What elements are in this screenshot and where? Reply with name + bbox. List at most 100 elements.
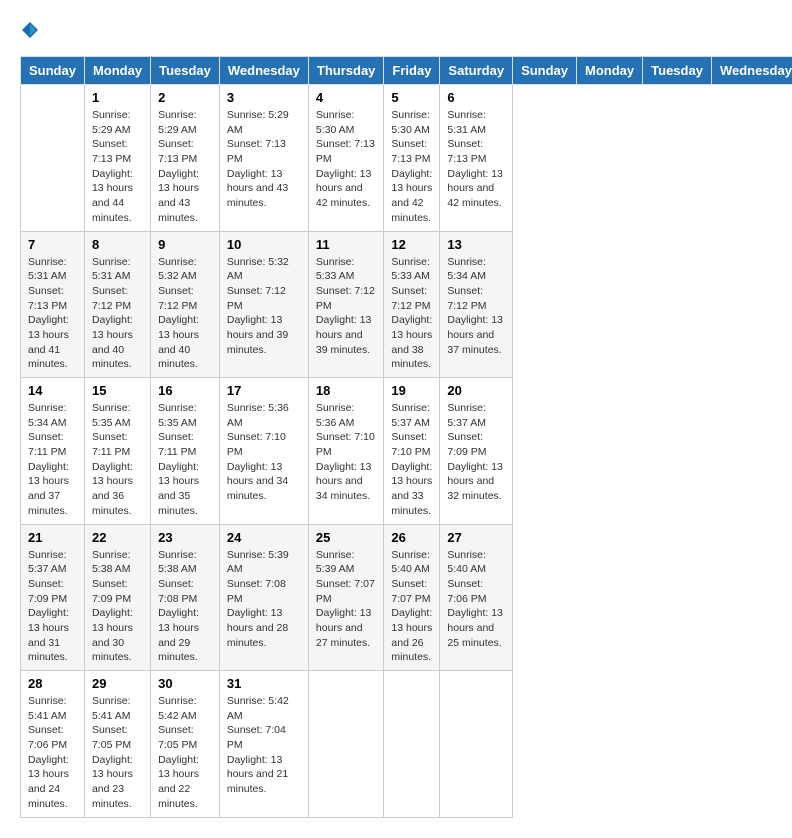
calendar-cell: 30 Sunrise: 5:42 AMSunset: 7:05 PMDayligh… xyxy=(151,671,220,818)
day-number: 19 xyxy=(391,383,432,398)
day-info: Sunrise: 5:32 AMSunset: 7:12 PMDaylight:… xyxy=(158,255,212,373)
day-number: 6 xyxy=(447,90,505,105)
day-info: Sunrise: 5:30 AMSunset: 7:13 PMDaylight:… xyxy=(391,108,432,226)
day-info: Sunrise: 5:41 AMSunset: 7:06 PMDaylight:… xyxy=(28,694,77,812)
header-thursday: Thursday xyxy=(308,57,384,85)
calendar-cell: 8 Sunrise: 5:31 AMSunset: 7:12 PMDaylight… xyxy=(84,231,150,378)
logo-icon xyxy=(20,20,40,40)
page-header xyxy=(20,20,772,40)
header-monday: Monday xyxy=(84,57,150,85)
calendar-cell xyxy=(440,671,513,818)
calendar-cell: 16 Sunrise: 5:35 AMSunset: 7:11 PMDayligh… xyxy=(151,378,220,525)
day-number: 24 xyxy=(227,530,301,545)
calendar-table: SundayMondayTuesdayWednesdayThursdayFrid… xyxy=(20,56,792,818)
calendar-header-row: SundayMondayTuesdayWednesdayThursdayFrid… xyxy=(21,57,792,85)
day-number: 11 xyxy=(316,237,377,252)
day-info: Sunrise: 5:35 AMSunset: 7:11 PMDaylight:… xyxy=(158,401,212,519)
day-info: Sunrise: 5:31 AMSunset: 7:13 PMDaylight:… xyxy=(447,108,505,211)
day-number: 1 xyxy=(92,90,143,105)
calendar-cell: 19 Sunrise: 5:37 AMSunset: 7:10 PMDayligh… xyxy=(384,378,440,525)
day-info: Sunrise: 5:38 AMSunset: 7:08 PMDaylight:… xyxy=(158,548,212,666)
day-info: Sunrise: 5:39 AMSunset: 7:07 PMDaylight:… xyxy=(316,548,377,651)
day-info: Sunrise: 5:29 AMSunset: 7:13 PMDaylight:… xyxy=(158,108,212,226)
day-info: Sunrise: 5:37 AMSunset: 7:09 PMDaylight:… xyxy=(447,401,505,504)
calendar-cell xyxy=(384,671,440,818)
day-number: 16 xyxy=(158,383,212,398)
day-number: 21 xyxy=(28,530,77,545)
calendar-cell: 9Sunrise: 5:32 AMSunset: 7:12 PMDaylight… xyxy=(151,231,220,378)
calendar-cell: 4 Sunrise: 5:30 AMSunset: 7:13 PMDaylight… xyxy=(308,85,384,232)
calendar-cell: 5 Sunrise: 5:30 AMSunset: 7:13 PMDaylight… xyxy=(384,85,440,232)
calendar-cell xyxy=(21,85,85,232)
day-number: 28 xyxy=(28,676,77,691)
header-saturday: Saturday xyxy=(440,57,513,85)
calendar-cell: 24 Sunrise: 5:39 AMSunset: 7:08 PMDayligh… xyxy=(219,524,308,671)
day-info: Sunrise: 5:34 AMSunset: 7:12 PMDaylight:… xyxy=(447,255,505,358)
calendar-cell: 6 Sunrise: 5:31 AMSunset: 7:13 PMDaylight… xyxy=(440,85,513,232)
calendar-week-2: 7Sunrise: 5:31 AMSunset: 7:13 PMDaylight… xyxy=(21,231,792,378)
header-friday: Friday xyxy=(384,57,440,85)
day-number: 2 xyxy=(158,90,212,105)
day-info: Sunrise: 5:37 AMSunset: 7:09 PMDaylight:… xyxy=(28,548,77,666)
calendar-cell: 25 Sunrise: 5:39 AMSunset: 7:07 PMDayligh… xyxy=(308,524,384,671)
calendar-cell: 17 Sunrise: 5:36 AMSunset: 7:10 PMDayligh… xyxy=(219,378,308,525)
calendar-cell: 7Sunrise: 5:31 AMSunset: 7:13 PMDaylight… xyxy=(21,231,85,378)
day-number: 14 xyxy=(28,383,77,398)
day-info: Sunrise: 5:41 AMSunset: 7:05 PMDaylight:… xyxy=(92,694,143,812)
day-number: 23 xyxy=(158,530,212,545)
day-number: 29 xyxy=(92,676,143,691)
calendar-cell: 21 Sunrise: 5:37 AMSunset: 7:09 PMDayligh… xyxy=(21,524,85,671)
logo xyxy=(20,20,44,40)
day-info: Sunrise: 5:33 AMSunset: 7:12 PMDaylight:… xyxy=(391,255,432,373)
calendar-cell: 15Sunrise: 5:35 AMSunset: 7:11 PMDayligh… xyxy=(84,378,150,525)
day-info: Sunrise: 5:38 AMSunset: 7:09 PMDaylight:… xyxy=(92,548,143,666)
day-info: Sunrise: 5:42 AMSunset: 7:05 PMDaylight:… xyxy=(158,694,212,812)
day-info: Sunrise: 5:31 AMSunset: 7:12 PMDaylight:… xyxy=(92,255,143,373)
day-info: Sunrise: 5:34 AMSunset: 7:11 PMDaylight:… xyxy=(28,401,77,519)
calendar-cell: 22Sunrise: 5:38 AMSunset: 7:09 PMDayligh… xyxy=(84,524,150,671)
day-number: 18 xyxy=(316,383,377,398)
day-number: 26 xyxy=(391,530,432,545)
day-number: 8 xyxy=(92,237,143,252)
day-number: 15 xyxy=(92,383,143,398)
day-info: Sunrise: 5:40 AMSunset: 7:06 PMDaylight:… xyxy=(447,548,505,651)
calendar-cell: 10Sunrise: 5:32 AMSunset: 7:12 PMDayligh… xyxy=(219,231,308,378)
calendar-cell: 13 Sunrise: 5:34 AMSunset: 7:12 PMDayligh… xyxy=(440,231,513,378)
header-wednesday: Wednesday xyxy=(219,57,308,85)
day-number: 25 xyxy=(316,530,377,545)
day-info: Sunrise: 5:36 AMSunset: 7:10 PMDaylight:… xyxy=(316,401,377,504)
calendar-cell: 12 Sunrise: 5:33 AMSunset: 7:12 PMDayligh… xyxy=(384,231,440,378)
day-info: Sunrise: 5:37 AMSunset: 7:10 PMDaylight:… xyxy=(391,401,432,519)
header-tuesday: Tuesday xyxy=(643,57,712,85)
calendar-cell: 23 Sunrise: 5:38 AMSunset: 7:08 PMDayligh… xyxy=(151,524,220,671)
day-info: Sunrise: 5:36 AMSunset: 7:10 PMDaylight:… xyxy=(227,401,301,504)
calendar-week-4: 21 Sunrise: 5:37 AMSunset: 7:09 PMDayligh… xyxy=(21,524,792,671)
day-number: 13 xyxy=(447,237,505,252)
day-number: 4 xyxy=(316,90,377,105)
day-number: 3 xyxy=(227,90,301,105)
calendar-cell: 29 Sunrise: 5:41 AMSunset: 7:05 PMDayligh… xyxy=(84,671,150,818)
calendar-cell: 20Sunrise: 5:37 AMSunset: 7:09 PMDayligh… xyxy=(440,378,513,525)
day-number: 10 xyxy=(227,237,301,252)
day-number: 31 xyxy=(227,676,301,691)
calendar-cell: 18 Sunrise: 5:36 AMSunset: 7:10 PMDayligh… xyxy=(308,378,384,525)
calendar-cell: 1Sunrise: 5:29 AMSunset: 7:13 PMDaylight… xyxy=(84,85,150,232)
day-info: Sunrise: 5:39 AMSunset: 7:08 PMDaylight:… xyxy=(227,548,301,651)
day-number: 12 xyxy=(391,237,432,252)
day-info: Sunrise: 5:30 AMSunset: 7:13 PMDaylight:… xyxy=(316,108,377,211)
calendar-cell: 31 Sunrise: 5:42 AMSunset: 7:04 PMDayligh… xyxy=(219,671,308,818)
calendar-week-5: 28 Sunrise: 5:41 AMSunset: 7:06 PMDayligh… xyxy=(21,671,792,818)
day-number: 30 xyxy=(158,676,212,691)
day-number: 27 xyxy=(447,530,505,545)
day-info: Sunrise: 5:42 AMSunset: 7:04 PMDaylight:… xyxy=(227,694,301,797)
day-info: Sunrise: 5:29 AMSunset: 7:13 PMDaylight:… xyxy=(227,108,301,211)
calendar-cell: 2 Sunrise: 5:29 AMSunset: 7:13 PMDaylight… xyxy=(151,85,220,232)
header-sunday: Sunday xyxy=(513,57,577,85)
day-number: 17 xyxy=(227,383,301,398)
header-monday: Monday xyxy=(577,57,643,85)
calendar-cell xyxy=(308,671,384,818)
calendar-cell: 28 Sunrise: 5:41 AMSunset: 7:06 PMDayligh… xyxy=(21,671,85,818)
day-number: 5 xyxy=(391,90,432,105)
header-wednesday: Wednesday xyxy=(711,57,792,85)
calendar-cell: 3 Sunrise: 5:29 AMSunset: 7:13 PMDaylight… xyxy=(219,85,308,232)
